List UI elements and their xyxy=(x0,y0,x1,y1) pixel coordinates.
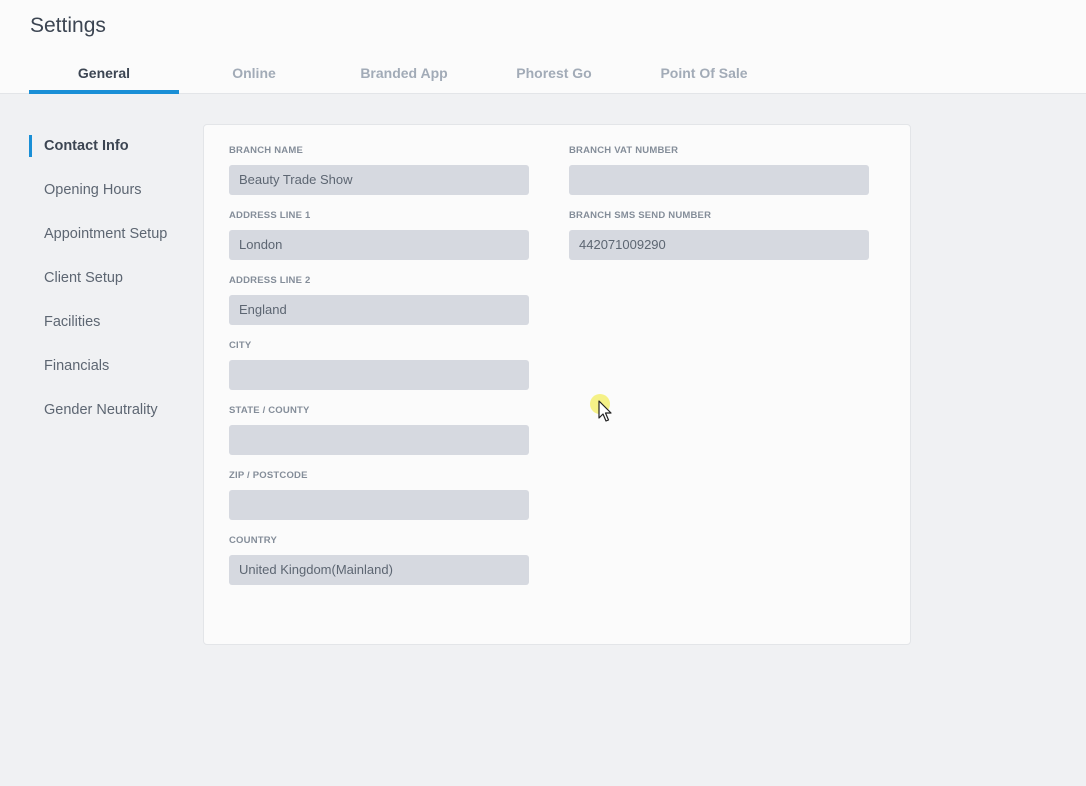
settings-sidebar: Contact Info Opening Hours Appointment S… xyxy=(29,124,199,432)
sidebar-item-contact-info[interactable]: Contact Info xyxy=(29,124,199,168)
tab-bar: General Online Branded App Phorest Go Po… xyxy=(29,56,779,94)
branch-sms-send-number-input[interactable]: 442071009290 xyxy=(569,230,869,260)
city-label: CITY xyxy=(229,340,252,351)
country-label: COUNTRY xyxy=(229,535,278,546)
zip-postcode-input[interactable] xyxy=(229,490,529,520)
sidebar-item-opening-hours[interactable]: Opening Hours xyxy=(29,168,199,212)
form-column-right: BRANCH VAT NUMBER BRANCH SMS SEND NUMBER… xyxy=(569,144,869,274)
contact-info-card: BRANCH NAME Beauty Trade Show ADDRESS LI… xyxy=(203,124,911,645)
address-line-2-field: ADDRESS LINE 2 England xyxy=(229,274,529,339)
address-line-1-input[interactable]: London xyxy=(229,230,529,260)
settings-header: Settings General Online Branded App Phor… xyxy=(0,0,1086,94)
address-line-1-label: ADDRESS LINE 1 xyxy=(229,210,311,221)
tab-branded-app[interactable]: Branded App xyxy=(329,56,479,94)
mouse-pointer-icon xyxy=(590,394,612,422)
city-input[interactable] xyxy=(229,360,529,390)
sidebar-item-facilities[interactable]: Facilities xyxy=(29,300,199,344)
tab-phorest-go[interactable]: Phorest Go xyxy=(479,56,629,94)
state-county-field: STATE / COUNTY xyxy=(229,404,529,469)
branch-name-label: BRANCH NAME xyxy=(229,145,303,156)
address-line-2-label: ADDRESS LINE 2 xyxy=(229,275,311,286)
branch-name-field: BRANCH NAME Beauty Trade Show xyxy=(229,144,529,209)
state-county-label: STATE / COUNTY xyxy=(229,405,310,416)
tab-point-of-sale[interactable]: Point Of Sale xyxy=(629,56,779,94)
branch-vat-number-label: BRANCH VAT NUMBER xyxy=(569,145,679,156)
page-title: Settings xyxy=(30,14,106,37)
country-input[interactable]: United Kingdom(Mainland) xyxy=(229,555,529,585)
city-field: CITY xyxy=(229,339,529,404)
sidebar-item-appointment-setup[interactable]: Appointment Setup xyxy=(29,212,199,256)
tab-general[interactable]: General xyxy=(29,56,179,94)
zip-postcode-label: ZIP / POSTCODE xyxy=(229,470,308,481)
tab-online[interactable]: Online xyxy=(179,56,329,94)
form-column-left: BRANCH NAME Beauty Trade Show ADDRESS LI… xyxy=(229,144,529,599)
branch-sms-send-number-label: BRANCH SMS SEND NUMBER xyxy=(569,210,712,221)
branch-vat-number-field: BRANCH VAT NUMBER xyxy=(569,144,869,209)
address-line-1-field: ADDRESS LINE 1 London xyxy=(229,209,529,274)
branch-vat-number-input[interactable] xyxy=(569,165,869,195)
address-line-2-input[interactable]: England xyxy=(229,295,529,325)
sidebar-item-client-setup[interactable]: Client Setup xyxy=(29,256,199,300)
state-county-input[interactable] xyxy=(229,425,529,455)
country-field: COUNTRY United Kingdom(Mainland) xyxy=(229,534,529,599)
branch-name-input[interactable]: Beauty Trade Show xyxy=(229,165,529,195)
branch-sms-send-number-field: BRANCH SMS SEND NUMBER 442071009290 xyxy=(569,209,869,274)
sidebar-item-financials[interactable]: Financials xyxy=(29,344,199,388)
zip-postcode-field: ZIP / POSTCODE xyxy=(229,469,529,534)
sidebar-item-gender-neutrality[interactable]: Gender Neutrality xyxy=(29,388,199,432)
